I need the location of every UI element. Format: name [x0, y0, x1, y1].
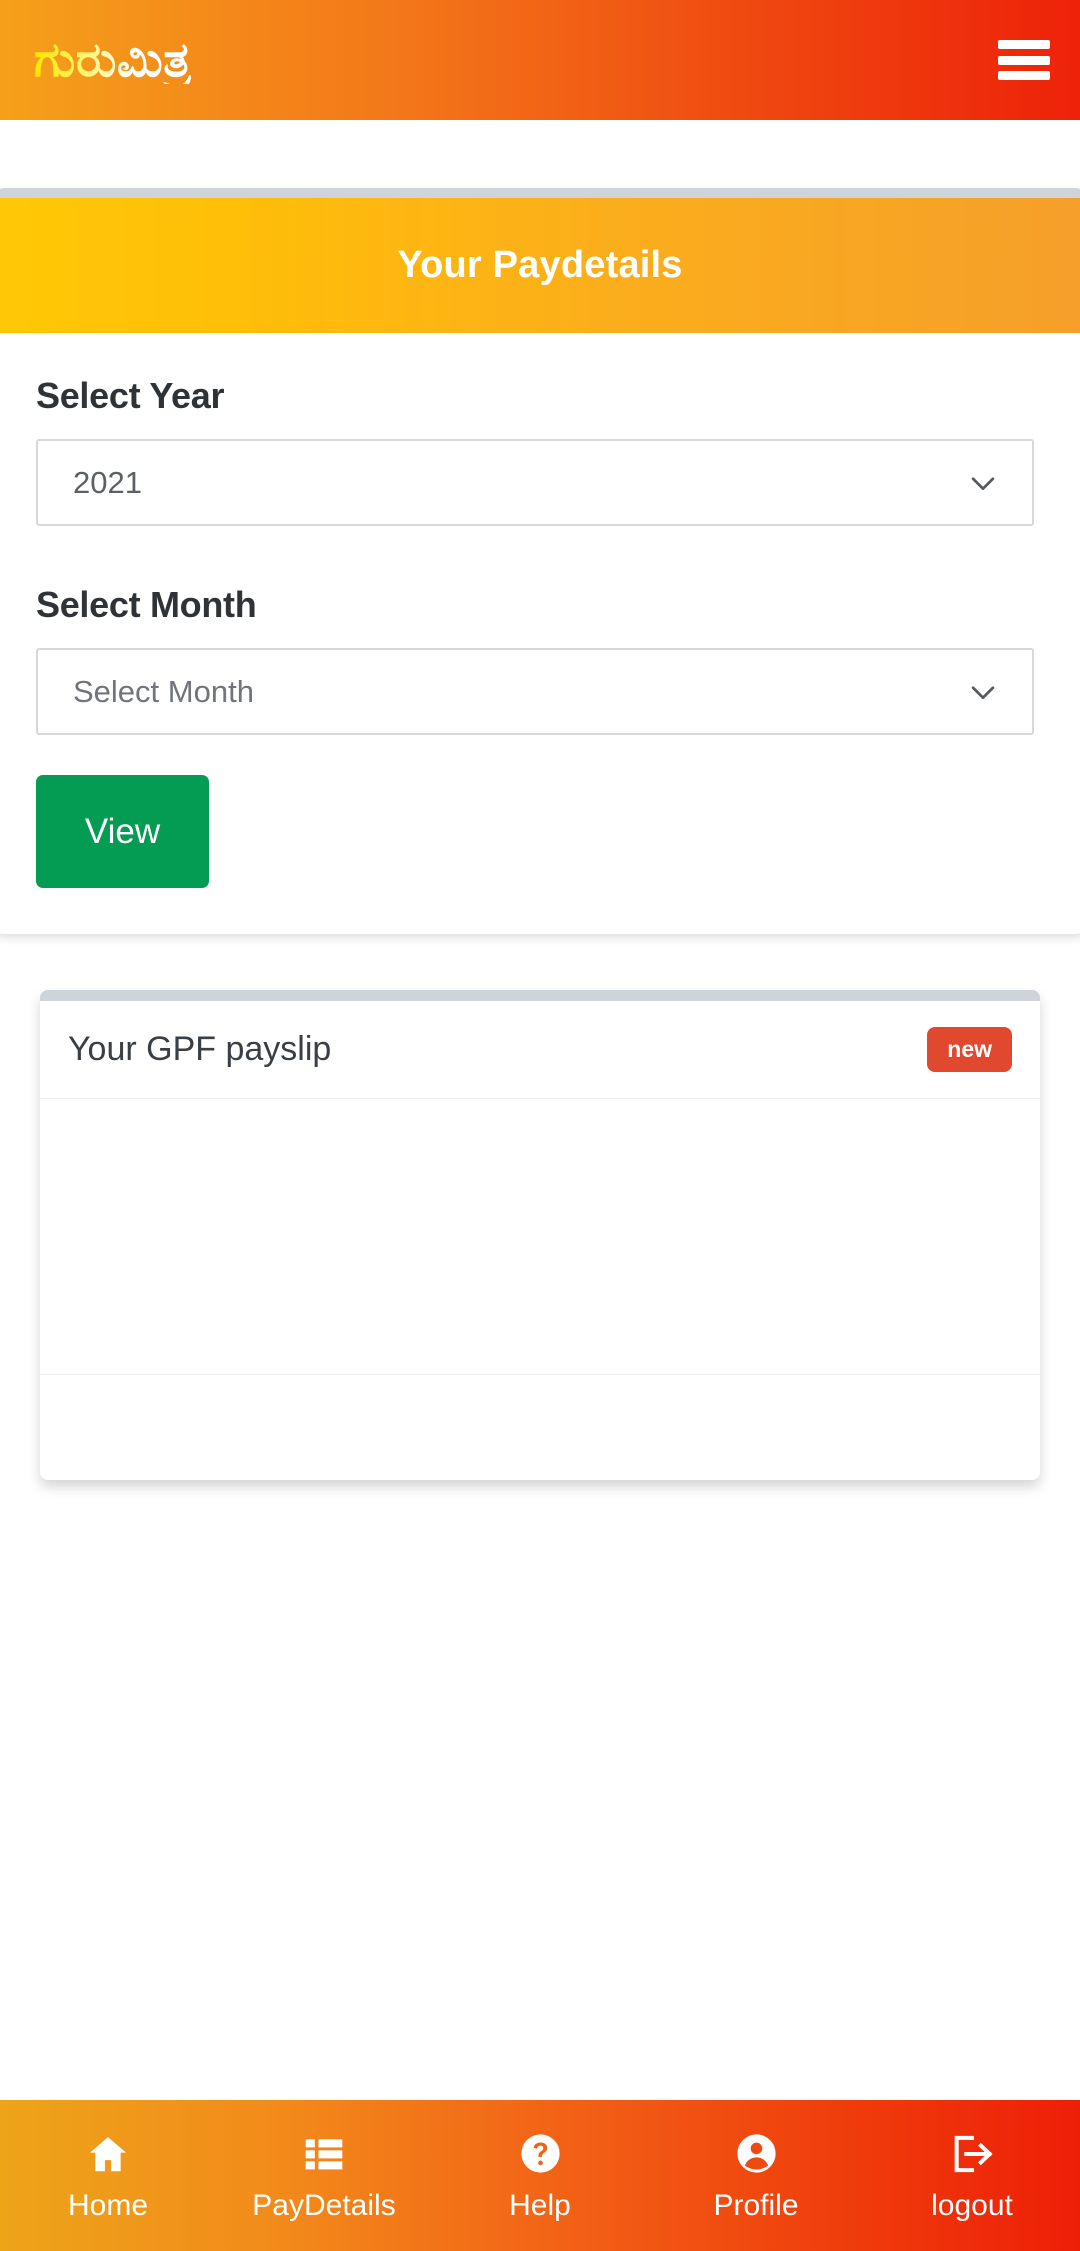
- gpf-payslip-title: Your GPF payslip: [68, 1030, 332, 1068]
- nav-item-paydetails[interactable]: PayDetails: [216, 2100, 432, 2251]
- view-button[interactable]: View: [36, 775, 209, 888]
- gpf-payslip-body: [40, 1099, 1040, 1375]
- nav-label-profile: Profile: [713, 2188, 799, 2222]
- nav-label-paydetails: PayDetails: [252, 2188, 396, 2222]
- chevron-down-icon: [971, 685, 995, 699]
- paydetails-form: Select Year 2021 Select Month Select Mon…: [0, 333, 1080, 934]
- gpf-payslip-header[interactable]: Your GPF payslip new: [40, 1001, 1040, 1099]
- nav-item-profile[interactable]: Profile: [648, 2100, 864, 2251]
- paydetails-card-header: Your Paydetails: [0, 198, 1080, 333]
- nav-label-logout: logout: [931, 2188, 1013, 2222]
- app-screen: ಗುರುಮಿತ್ರ Your Paydetails Select Year 20…: [0, 0, 1080, 2251]
- bottom-navigation: Home PayDetails Help Profile logout: [0, 2100, 1080, 2251]
- hamburger-bar: [998, 40, 1050, 49]
- hamburger-menu-icon[interactable]: [998, 40, 1050, 80]
- app-header: ಗುರುಮಿತ್ರ: [0, 0, 1080, 120]
- nav-item-logout[interactable]: logout: [864, 2100, 1080, 2251]
- select-month-label: Select Month: [36, 584, 257, 625]
- page-title: Your Paydetails: [397, 244, 683, 286]
- list-icon: [301, 2131, 347, 2177]
- chevron-down-icon: [971, 476, 995, 490]
- logout-icon: [949, 2131, 995, 2177]
- status-badge[interactable]: new: [927, 1027, 1012, 1072]
- year-select[interactable]: 2021: [36, 439, 1034, 526]
- month-select-value: Select Month: [73, 673, 254, 709]
- paydetails-card: Your Paydetails Select Year 2021 Select …: [0, 188, 1080, 934]
- app-logo[interactable]: ಗುರುಮಿತ್ರ: [34, 36, 191, 84]
- hamburger-bar: [998, 71, 1050, 80]
- hamburger-bar: [998, 55, 1050, 65]
- select-year-label: Select Year: [36, 375, 225, 416]
- gpf-payslip-card: Your GPF payslip new: [40, 990, 1040, 1480]
- question-circle-icon: [517, 2131, 563, 2177]
- nav-label-home: Home: [67, 2188, 149, 2222]
- nav-item-help[interactable]: Help: [432, 2100, 648, 2251]
- home-icon: [85, 2131, 131, 2177]
- month-select[interactable]: Select Month: [36, 648, 1034, 735]
- nav-item-home[interactable]: Home: [0, 2100, 216, 2251]
- year-select-value: 2021: [73, 464, 142, 500]
- user-circle-icon: [733, 2131, 779, 2177]
- nav-label-help: Help: [509, 2188, 571, 2222]
- gpf-payslip-footer: [40, 1375, 1040, 1478]
